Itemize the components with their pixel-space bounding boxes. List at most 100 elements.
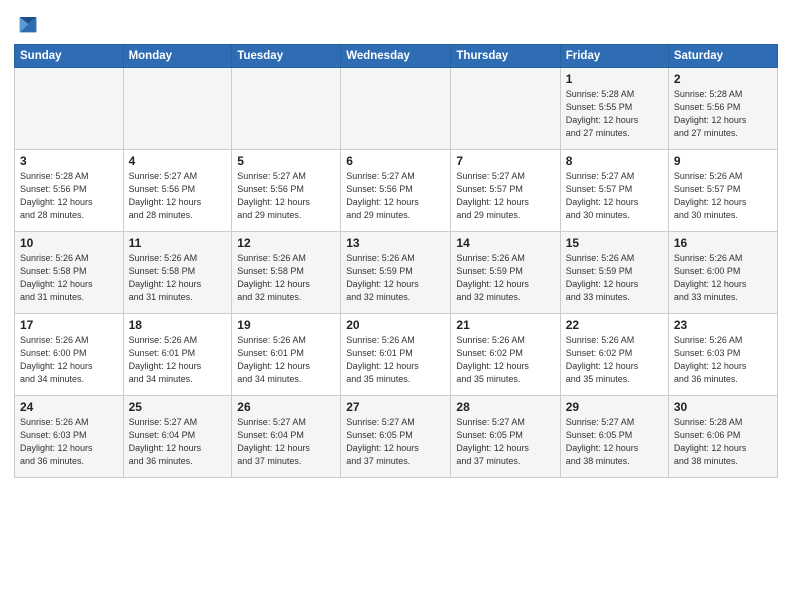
day-number: 12 bbox=[237, 236, 335, 250]
day-info: Sunrise: 5:26 AM Sunset: 6:00 PM Dayligh… bbox=[20, 334, 118, 386]
day-number: 10 bbox=[20, 236, 118, 250]
day-cell: 4Sunrise: 5:27 AM Sunset: 5:56 PM Daylig… bbox=[123, 150, 232, 232]
day-cell: 20 Sunrise: 5:26 AM Sunset: 6:01 PM Dayli… bbox=[341, 314, 451, 396]
day-cell bbox=[341, 68, 451, 150]
day-cell: 9 Sunrise: 5:26 AM Sunset: 5:57 PM Daylig… bbox=[668, 150, 777, 232]
day-number: 11 bbox=[129, 236, 227, 250]
day-info: Sunrise: 5:28 AM Sunset: 6:06 PM Dayligh… bbox=[674, 416, 772, 468]
day-info: Sunrise: 5:27 AM Sunset: 6:05 PM Dayligh… bbox=[566, 416, 663, 468]
day-number: 27 bbox=[346, 400, 445, 414]
day-number: 6 bbox=[346, 154, 445, 168]
day-cell: 10 Sunrise: 5:26 AM Sunset: 5:58 PM Dayli… bbox=[15, 232, 124, 314]
day-info: Sunrise: 5:26 AM Sunset: 5:59 PM Dayligh… bbox=[346, 252, 445, 304]
day-info: Sunrise: 5:26 AM Sunset: 6:01 PM Dayligh… bbox=[129, 334, 227, 386]
day-cell: 30 Sunrise: 5:28 AM Sunset: 6:06 PM Dayli… bbox=[668, 396, 777, 478]
day-cell: 24 Sunrise: 5:26 AM Sunset: 6:03 PM Dayli… bbox=[15, 396, 124, 478]
day-info: Sunrise: 5:27 AM Sunset: 5:56 PM Dayligh… bbox=[346, 170, 445, 222]
day-number: 15 bbox=[566, 236, 663, 250]
day-cell: 15 Sunrise: 5:26 AM Sunset: 5:59 PM Dayli… bbox=[560, 232, 668, 314]
day-cell: 22Sunrise: 5:26 AM Sunset: 6:02 PM Dayli… bbox=[560, 314, 668, 396]
day-cell bbox=[451, 68, 560, 150]
weekday-header-monday: Monday bbox=[123, 45, 232, 68]
day-cell: 21 Sunrise: 5:26 AM Sunset: 6:02 PM Dayli… bbox=[451, 314, 560, 396]
day-number: 14 bbox=[456, 236, 554, 250]
day-number: 30 bbox=[674, 400, 772, 414]
day-number: 19 bbox=[237, 318, 335, 332]
day-cell: 7 Sunrise: 5:27 AM Sunset: 5:57 PM Daylig… bbox=[451, 150, 560, 232]
day-cell: 14 Sunrise: 5:26 AM Sunset: 5:59 PM Dayli… bbox=[451, 232, 560, 314]
day-number: 7 bbox=[456, 154, 554, 168]
day-info: Sunrise: 5:26 AM Sunset: 6:03 PM Dayligh… bbox=[20, 416, 118, 468]
day-info: Sunrise: 5:26 AM Sunset: 6:03 PM Dayligh… bbox=[674, 334, 772, 386]
day-cell: 13Sunrise: 5:26 AM Sunset: 5:59 PM Dayli… bbox=[341, 232, 451, 314]
day-info: Sunrise: 5:26 AM Sunset: 5:58 PM Dayligh… bbox=[20, 252, 118, 304]
day-cell: 18 Sunrise: 5:26 AM Sunset: 6:01 PM Dayli… bbox=[123, 314, 232, 396]
day-info: Sunrise: 5:27 AM Sunset: 6:05 PM Dayligh… bbox=[456, 416, 554, 468]
day-info: Sunrise: 5:28 AM Sunset: 5:56 PM Dayligh… bbox=[20, 170, 118, 222]
weekday-header-friday: Friday bbox=[560, 45, 668, 68]
day-info: Sunrise: 5:27 AM Sunset: 6:05 PM Dayligh… bbox=[346, 416, 445, 468]
day-cell: 5Sunrise: 5:27 AM Sunset: 5:56 PM Daylig… bbox=[232, 150, 341, 232]
day-cell: 12Sunrise: 5:26 AM Sunset: 5:58 PM Dayli… bbox=[232, 232, 341, 314]
week-row-2: 3Sunrise: 5:28 AM Sunset: 5:56 PM Daylig… bbox=[15, 150, 778, 232]
day-info: Sunrise: 5:26 AM Sunset: 5:59 PM Dayligh… bbox=[566, 252, 663, 304]
day-info: Sunrise: 5:26 AM Sunset: 5:58 PM Dayligh… bbox=[129, 252, 227, 304]
day-info: Sunrise: 5:27 AM Sunset: 6:04 PM Dayligh… bbox=[129, 416, 227, 468]
weekday-header-tuesday: Tuesday bbox=[232, 45, 341, 68]
day-number: 25 bbox=[129, 400, 227, 414]
day-cell: 2 Sunrise: 5:28 AM Sunset: 5:56 PM Daylig… bbox=[668, 68, 777, 150]
logo-icon bbox=[14, 10, 42, 38]
day-number: 8 bbox=[566, 154, 663, 168]
day-number: 23 bbox=[674, 318, 772, 332]
day-cell: 16 Sunrise: 5:26 AM Sunset: 6:00 PM Dayli… bbox=[668, 232, 777, 314]
day-number: 29 bbox=[566, 400, 663, 414]
day-info: Sunrise: 5:28 AM Sunset: 5:56 PM Dayligh… bbox=[674, 88, 772, 140]
day-number: 21 bbox=[456, 318, 554, 332]
weekday-header-saturday: Saturday bbox=[668, 45, 777, 68]
day-info: Sunrise: 5:26 AM Sunset: 6:01 PM Dayligh… bbox=[237, 334, 335, 386]
day-number: 22 bbox=[566, 318, 663, 332]
weekday-header-wednesday: Wednesday bbox=[341, 45, 451, 68]
day-number: 5 bbox=[237, 154, 335, 168]
week-row-4: 17 Sunrise: 5:26 AM Sunset: 6:00 PM Dayli… bbox=[15, 314, 778, 396]
day-info: Sunrise: 5:26 AM Sunset: 5:57 PM Dayligh… bbox=[674, 170, 772, 222]
weekday-header-thursday: Thursday bbox=[451, 45, 560, 68]
weekday-header-sunday: Sunday bbox=[15, 45, 124, 68]
day-cell bbox=[15, 68, 124, 150]
day-number: 1 bbox=[566, 72, 663, 86]
day-cell: 29 Sunrise: 5:27 AM Sunset: 6:05 PM Dayli… bbox=[560, 396, 668, 478]
day-info: Sunrise: 5:26 AM Sunset: 6:02 PM Dayligh… bbox=[456, 334, 554, 386]
page: SundayMondayTuesdayWednesdayThursdayFrid… bbox=[0, 0, 792, 612]
day-number: 16 bbox=[674, 236, 772, 250]
day-info: Sunrise: 5:28 AM Sunset: 5:55 PM Dayligh… bbox=[566, 88, 663, 140]
day-number: 20 bbox=[346, 318, 445, 332]
day-number: 28 bbox=[456, 400, 554, 414]
day-cell bbox=[123, 68, 232, 150]
day-number: 4 bbox=[129, 154, 227, 168]
day-info: Sunrise: 5:26 AM Sunset: 5:59 PM Dayligh… bbox=[456, 252, 554, 304]
day-number: 2 bbox=[674, 72, 772, 86]
day-cell: 26Sunrise: 5:27 AM Sunset: 6:04 PM Dayli… bbox=[232, 396, 341, 478]
day-cell: 1 Sunrise: 5:28 AM Sunset: 5:55 PM Daylig… bbox=[560, 68, 668, 150]
weekday-header-row: SundayMondayTuesdayWednesdayThursdayFrid… bbox=[15, 45, 778, 68]
day-number: 17 bbox=[20, 318, 118, 332]
logo bbox=[14, 10, 46, 38]
day-cell: 3Sunrise: 5:28 AM Sunset: 5:56 PM Daylig… bbox=[15, 150, 124, 232]
day-info: Sunrise: 5:27 AM Sunset: 6:04 PM Dayligh… bbox=[237, 416, 335, 468]
day-cell: 11 Sunrise: 5:26 AM Sunset: 5:58 PM Dayli… bbox=[123, 232, 232, 314]
day-number: 24 bbox=[20, 400, 118, 414]
week-row-5: 24 Sunrise: 5:26 AM Sunset: 6:03 PM Dayli… bbox=[15, 396, 778, 478]
day-cell: 6 Sunrise: 5:27 AM Sunset: 5:56 PM Daylig… bbox=[341, 150, 451, 232]
day-cell: 28 Sunrise: 5:27 AM Sunset: 6:05 PM Dayli… bbox=[451, 396, 560, 478]
day-cell: 8 Sunrise: 5:27 AM Sunset: 5:57 PM Daylig… bbox=[560, 150, 668, 232]
week-row-1: 1 Sunrise: 5:28 AM Sunset: 5:55 PM Daylig… bbox=[15, 68, 778, 150]
header bbox=[14, 10, 778, 38]
day-cell: 17 Sunrise: 5:26 AM Sunset: 6:00 PM Dayli… bbox=[15, 314, 124, 396]
day-info: Sunrise: 5:26 AM Sunset: 6:01 PM Dayligh… bbox=[346, 334, 445, 386]
day-info: Sunrise: 5:27 AM Sunset: 5:57 PM Dayligh… bbox=[456, 170, 554, 222]
day-number: 9 bbox=[674, 154, 772, 168]
day-number: 18 bbox=[129, 318, 227, 332]
day-info: Sunrise: 5:27 AM Sunset: 5:57 PM Dayligh… bbox=[566, 170, 663, 222]
day-cell: 25 Sunrise: 5:27 AM Sunset: 6:04 PM Dayli… bbox=[123, 396, 232, 478]
day-info: Sunrise: 5:26 AM Sunset: 6:00 PM Dayligh… bbox=[674, 252, 772, 304]
